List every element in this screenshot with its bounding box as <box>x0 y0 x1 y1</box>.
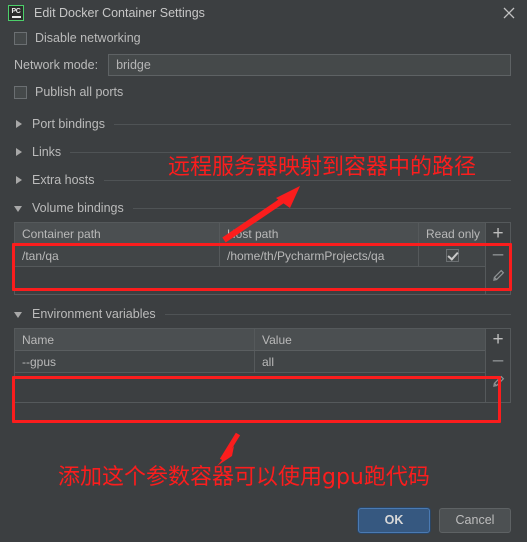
chevron-down-icon <box>14 309 24 319</box>
volume-bindings-toolbar: + – <box>486 223 510 294</box>
chevron-right-icon <box>14 147 24 157</box>
section-divider <box>132 207 511 209</box>
cell-host-path[interactable]: /home/th/PycharmProjects/qa <box>220 245 419 266</box>
table-empty-area <box>15 267 485 294</box>
disable-networking-row[interactable]: Disable networking <box>0 26 527 50</box>
table-header-row: Name Value <box>15 329 485 351</box>
chevron-right-icon <box>14 175 24 185</box>
publish-all-ports-label: Publish all ports <box>35 85 124 99</box>
table-empty-area <box>15 373 485 402</box>
dialog-footer: OK Cancel <box>0 498 527 542</box>
column-header-read-only[interactable]: Read only <box>419 223 485 244</box>
environment-variables-toolbar: + – <box>486 329 510 402</box>
title-bar: PC Edit Docker Container Settings <box>0 0 527 26</box>
cell-read-only[interactable] <box>419 245 485 266</box>
table-row[interactable]: /tan/qa /home/th/PycharmProjects/qa <box>15 245 485 267</box>
volume-bindings-table[interactable]: Container path Host path Read only /tan/… <box>15 223 486 294</box>
section-label: Environment variables <box>32 307 156 321</box>
column-header-value[interactable]: Value <box>255 329 485 350</box>
section-port-bindings[interactable]: Port bindings <box>0 110 527 138</box>
publish-all-ports-checkbox[interactable] <box>14 85 27 99</box>
pycharm-pc-icon: PC <box>8 5 24 21</box>
section-links[interactable]: Links <box>0 138 527 166</box>
network-mode-row: Network mode: bridge <box>0 50 527 80</box>
disable-networking-label: Disable networking <box>35 31 141 45</box>
column-header-host-path[interactable]: Host path <box>220 223 419 244</box>
window-title: Edit Docker Container Settings <box>34 6 205 20</box>
section-extra-hosts[interactable]: Extra hosts <box>0 166 527 194</box>
cell-container-path[interactable]: /tan/qa <box>15 245 220 266</box>
dialog-content: Disable networking Network mode: bridge … <box>0 26 527 542</box>
close-icon[interactable] <box>501 5 517 21</box>
cell-env-name[interactable]: --gpus <box>15 351 255 372</box>
section-label: Volume bindings <box>32 201 124 215</box>
network-mode-label: Network mode: <box>14 58 99 72</box>
add-volume-binding-button[interactable]: + <box>486 223 510 244</box>
section-volume-bindings[interactable]: Volume bindings <box>0 194 527 222</box>
column-header-name[interactable]: Name <box>15 329 255 350</box>
network-mode-input[interactable]: bridge <box>108 54 511 76</box>
table-header-row: Container path Host path Read only <box>15 223 485 245</box>
edit-environment-variable-button[interactable] <box>486 371 510 392</box>
section-label: Extra hosts <box>32 173 95 187</box>
disable-networking-checkbox[interactable] <box>14 31 27 45</box>
column-header-container-path[interactable]: Container path <box>15 223 220 244</box>
environment-variables-table[interactable]: Name Value --gpus all <box>15 329 486 402</box>
section-label: Links <box>32 145 62 159</box>
section-label: Port bindings <box>32 117 105 131</box>
remove-volume-binding-button[interactable]: – <box>486 244 510 265</box>
section-divider <box>103 179 511 181</box>
remove-environment-variable-button[interactable]: – <box>486 350 510 371</box>
edit-volume-binding-button[interactable] <box>486 265 510 286</box>
vertical-scrollbar[interactable] <box>521 26 527 498</box>
cancel-button[interactable]: Cancel <box>439 507 511 533</box>
ok-button[interactable]: OK <box>358 507 430 533</box>
publish-all-ports-row[interactable]: Publish all ports <box>0 80 527 104</box>
environment-variables-table-panel: Name Value --gpus all + – <box>14 328 511 403</box>
section-divider <box>70 151 511 153</box>
table-row[interactable]: --gpus all <box>15 351 485 373</box>
add-environment-variable-button[interactable]: + <box>486 329 510 350</box>
cell-env-value[interactable]: all <box>255 351 485 372</box>
section-divider <box>113 123 511 125</box>
section-environment-variables[interactable]: Environment variables <box>0 300 527 328</box>
read-only-checkbox[interactable] <box>445 249 459 262</box>
chevron-down-icon <box>14 203 24 213</box>
section-divider <box>164 313 511 315</box>
chevron-right-icon <box>14 119 24 129</box>
volume-bindings-table-panel: Container path Host path Read only /tan/… <box>14 222 511 295</box>
